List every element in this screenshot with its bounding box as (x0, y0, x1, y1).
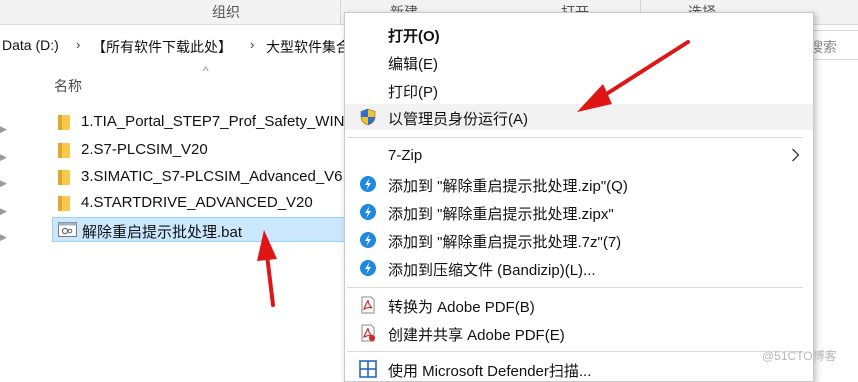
breadcrumb-drive[interactable]: Data (D:) (2, 37, 59, 53)
adobe-pdf-icon (361, 296, 375, 314)
ribbon-divider (340, 0, 341, 24)
submenu-arrow-icon (792, 148, 800, 162)
expand-arrow-icon[interactable]: ▶ (0, 232, 7, 243)
uac-shield-icon (360, 108, 376, 126)
file-row-folder[interactable]: 4.STARTDRIVE_ADVANCED_V20 (52, 191, 352, 216)
menu-item-create-share-pdf[interactable]: 创建并共享 Adobe PDF(E) (345, 320, 813, 346)
batch-file-icon (58, 222, 77, 237)
breadcrumb-separator-icon[interactable]: › (76, 37, 80, 52)
menu-item-label: 添加到 "解除重启提示批处理.7z"(7) (388, 234, 622, 251)
menu-item-label: 添加到压缩文件 (Bandizip)(L)... (388, 262, 596, 279)
defender-icon (359, 360, 377, 378)
folder-icon (58, 170, 70, 185)
menu-separator (347, 137, 803, 138)
menu-item-label: 转换为 Adobe PDF(B) (388, 299, 535, 316)
expand-arrow-icon[interactable]: ▶ (0, 178, 7, 189)
bandizip-icon (360, 232, 376, 248)
menu-item-run-as-admin[interactable]: 以管理员身份运行(A) (345, 104, 813, 130)
menu-item-label: 添加到 "解除重启提示批处理.zip"(Q) (388, 178, 628, 195)
menu-separator (347, 287, 803, 288)
file-row-selected[interactable]: 解除重启提示批处理.bat (52, 217, 352, 242)
bandizip-icon (360, 204, 376, 220)
breadcrumb-separator-icon[interactable]: › (250, 37, 254, 52)
menu-item-add-7z[interactable]: 添加到 "解除重启提示批处理.7z"(7) (345, 227, 813, 253)
menu-separator (347, 351, 803, 352)
file-name: 解除重启提示批处理.bat (82, 224, 243, 241)
navigation-pane[interactable]: ▶ ▶ ▶ ▶ ▶ (0, 64, 14, 371)
context-menu[interactable]: 打开(O) 编辑(E) 打印(P) 以管理员身份运行(A) 7-Zip 添加到 … (344, 12, 814, 382)
column-header-name[interactable]: 名称 (54, 76, 82, 96)
menu-item-add-zipx[interactable]: 添加到 "解除重启提示批处理.zipx" (345, 199, 813, 225)
menu-item-open[interactable]: 打开(O) (345, 21, 813, 47)
menu-item-label: 7-Zip (388, 147, 423, 164)
menu-item-print[interactable]: 打印(P) (345, 77, 813, 103)
bandizip-icon (360, 176, 376, 192)
file-row-folder[interactable]: 3.SIMATIC_S7-PLCSIM_Advanced_V6 (52, 165, 352, 190)
expand-arrow-icon[interactable]: ▶ (0, 124, 7, 135)
folder-icon (58, 143, 70, 158)
file-row-folder[interactable]: 2.S7-PLCSIM_V20 (52, 138, 352, 163)
menu-item-label: 打印(P) (388, 84, 438, 101)
breadcrumb-subfolder[interactable]: 大型软件集合 (266, 37, 350, 57)
menu-item-label: 创建并共享 Adobe PDF(E) (388, 327, 565, 344)
watermark: @51CTO博客 (762, 349, 837, 363)
menu-item-add-archive-bandizip[interactable]: 添加到压缩文件 (Bandizip)(L)... (345, 255, 813, 281)
folder-icon (58, 115, 70, 130)
menu-item-7zip[interactable]: 7-Zip (345, 143, 813, 169)
adobe-pdf-share-icon (361, 324, 375, 342)
menu-item-label: 添加到 "解除重启提示批处理.zipx" (388, 206, 614, 223)
menu-item-defender-scan[interactable]: 使用 Microsoft Defender扫描... (345, 356, 813, 382)
expand-arrow-icon[interactable]: ▶ (0, 206, 7, 217)
file-name: 3.SIMATIC_S7-PLCSIM_Advanced_V6 (81, 168, 343, 185)
sort-caret-icon: ^ (203, 64, 209, 78)
file-name: 2.S7-PLCSIM_V20 (81, 141, 208, 158)
file-name: 1.TIA_Portal_STEP7_Prof_Safety_WINCC (81, 113, 367, 130)
expand-arrow-icon[interactable]: ▶ (0, 152, 7, 163)
breadcrumb-folder[interactable]: 【所有软件下载此处】 (92, 37, 232, 57)
menu-item-add-zip[interactable]: 添加到 "解除重启提示批处理.zip"(Q) (345, 171, 813, 197)
menu-item-edit[interactable]: 编辑(E) (345, 49, 813, 75)
menu-item-label: 打开(O) (388, 28, 440, 45)
file-name: 4.STARTDRIVE_ADVANCED_V20 (81, 194, 313, 211)
file-row-folder[interactable]: 1.TIA_Portal_STEP7_Prof_Safety_WINCC (52, 110, 366, 135)
menu-item-convert-pdf[interactable]: 转换为 Adobe PDF(B) (345, 292, 813, 318)
bandizip-icon (360, 260, 376, 276)
ribbon-group-organize: 组织 (212, 4, 240, 20)
menu-item-label: 编辑(E) (388, 56, 438, 73)
menu-item-label: 以管理员身份运行(A) (388, 111, 528, 128)
folder-icon (58, 196, 70, 211)
